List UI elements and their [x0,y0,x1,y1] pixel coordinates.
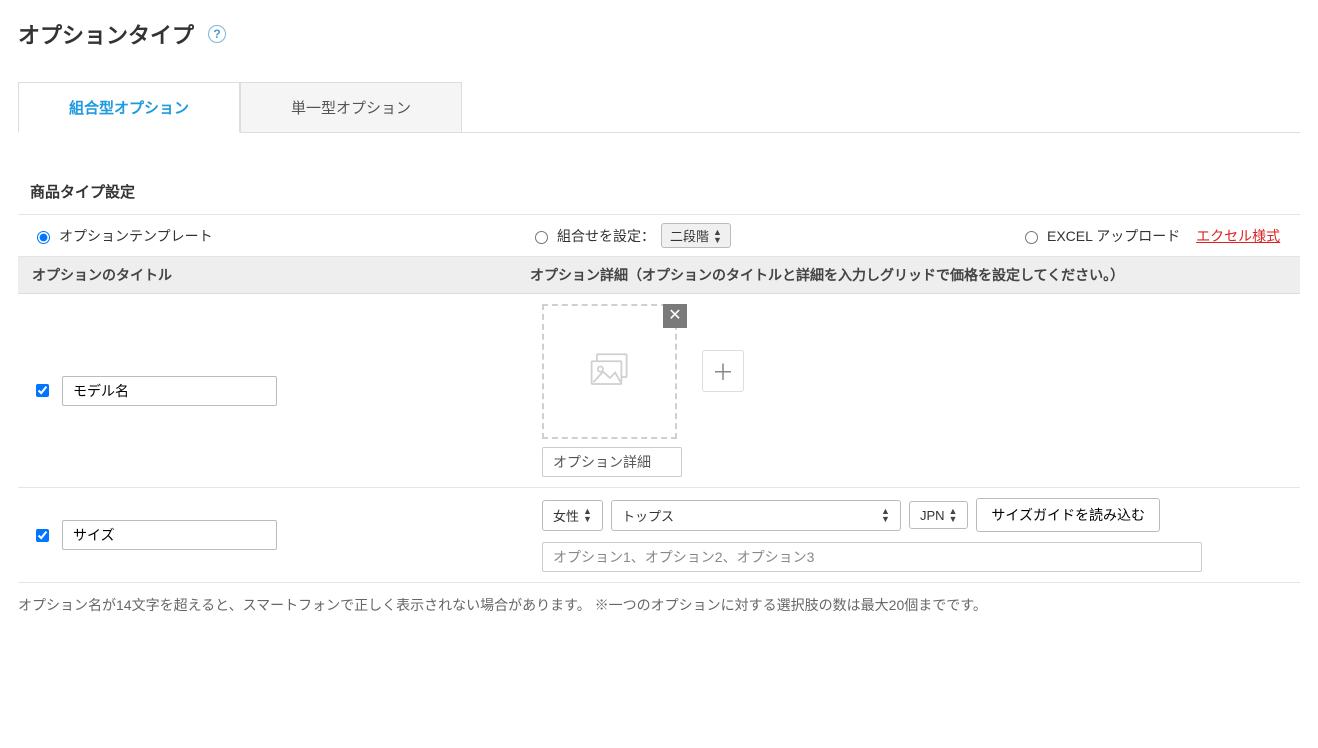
help-icon[interactable]: ? [208,25,226,43]
image-slot: ✕ [542,304,682,477]
row-model-detail-input[interactable] [542,447,682,477]
region-select[interactable]: JPN ▲▼ [909,501,968,529]
footnote: オプション名が14文字を超えると、スマートフォンで正しく表示されない場合がありま… [18,595,1300,615]
image-dropzone[interactable]: ✕ [542,304,677,439]
header-detail: オプション詳細（オプションのタイトルと詳細を入力しグリッドで価格を設定してくださ… [530,265,1286,285]
row-size-title-input[interactable] [62,520,277,550]
row-model: ✕ ＋ [18,294,1300,488]
row-size-options-input[interactable] [542,542,1202,572]
row-model-title-input[interactable] [62,376,277,406]
column-headers: オプションのタイトル オプション詳細（オプションのタイトルと詳細を入力しグリッド… [18,257,1300,294]
region-select-value: JPN [920,508,945,523]
gender-select[interactable]: 女性 ▲▼ [542,500,603,531]
template-label: オプションテンプレート [59,226,213,246]
config-row: オプションテンプレート 組合せを設定： 二段階 ▲▼ EXCEL アップロード … [18,214,1300,257]
page-title: オプションタイプ [18,18,194,50]
radio-excel[interactable] [1025,231,1038,244]
close-icon[interactable]: ✕ [663,304,687,328]
chevron-updown-icon: ▲▼ [583,507,592,523]
combine-select-value: 二段階 [670,226,709,245]
tab-combo[interactable]: 組合型オプション [18,82,240,133]
row-model-checkbox[interactable] [36,384,49,397]
category-select-value: トップス [622,506,674,525]
add-image-button[interactable]: ＋ [702,350,744,392]
row-size: 女性 ▲▼ トップス ▲▼ JPN ▲▼ サイズガイドを読み込む [18,488,1300,583]
chevron-updown-icon: ▲▼ [713,228,722,244]
section-title: 商品タイプ設定 [30,181,1300,202]
combine-select[interactable]: 二段階 ▲▼ [661,223,731,248]
load-size-guide-button[interactable]: サイズガイドを読み込む [976,498,1160,532]
radio-template[interactable] [37,231,50,244]
tab-single[interactable]: 単一型オプション [240,82,462,133]
excel-label: EXCEL アップロード [1047,226,1180,246]
image-placeholder-icon [589,352,631,391]
header-title: オプションのタイトル [32,265,530,285]
radio-combine[interactable] [535,231,548,244]
combine-label: 組合せを設定： [557,226,655,246]
chevron-updown-icon: ▲▼ [949,507,958,523]
excel-link[interactable]: エクセル様式 [1196,226,1280,246]
tab-bar: 組合型オプション 単一型オプション [18,82,1300,133]
gender-select-value: 女性 [553,506,579,525]
row-size-checkbox[interactable] [36,529,49,542]
category-select[interactable]: トップス ▲▼ [611,500,901,531]
chevron-updown-icon: ▲▼ [881,507,890,523]
